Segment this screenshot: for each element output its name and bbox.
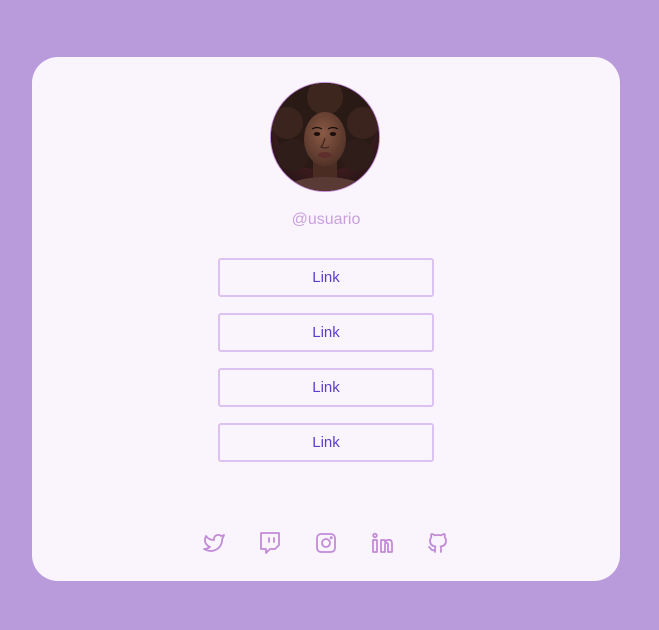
instagram-link[interactable] [314, 531, 338, 555]
linkedin-icon [372, 532, 393, 553]
avatar [270, 82, 380, 192]
twitter-icon [203, 534, 225, 552]
twitch-link[interactable] [258, 531, 282, 555]
link-list: Link Link Link Link [218, 258, 434, 478]
linkedin-link[interactable] [370, 531, 394, 555]
link-button-2[interactable]: Link [218, 313, 434, 352]
github-icon [428, 533, 447, 553]
social-links [32, 531, 620, 555]
profile-card: @usuario Link Link Link Link [32, 57, 620, 581]
github-link[interactable] [426, 531, 450, 555]
link-button-3[interactable]: Link [218, 368, 434, 407]
avatar-photo [271, 83, 379, 191]
twitter-link[interactable] [202, 531, 226, 555]
instagram-icon [316, 533, 336, 553]
link-button-4[interactable]: Link [218, 423, 434, 462]
link-button-1[interactable]: Link [218, 258, 434, 297]
username: @usuario [291, 211, 361, 228]
twitch-icon [260, 532, 280, 554]
